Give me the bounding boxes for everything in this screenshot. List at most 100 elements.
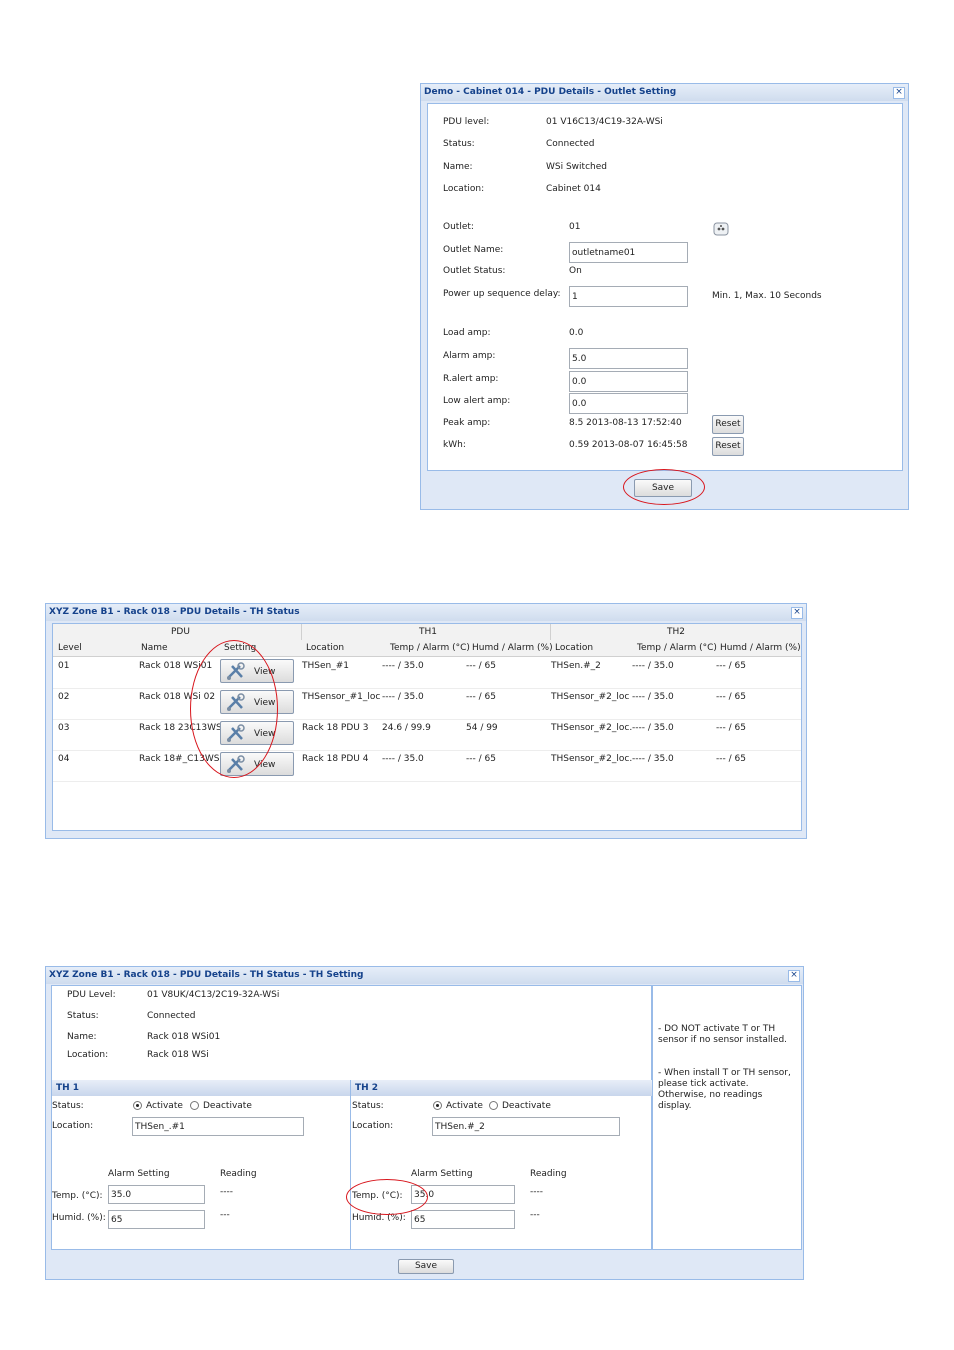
col-location[interactable]: Location bbox=[306, 643, 344, 653]
alarm-amp-input[interactable] bbox=[569, 348, 688, 369]
th2-humid-label: Humid. (%): bbox=[352, 1213, 406, 1223]
group-pdu: PDU bbox=[171, 627, 190, 637]
th2-temp-reading: ---- bbox=[530, 1187, 543, 1197]
view-button[interactable]: View bbox=[220, 721, 294, 745]
table-row[interactable]: 03 Rack 18 23C13WSi View Rack 18 PDU 3 2… bbox=[53, 719, 801, 751]
th2-humid-reading: --- bbox=[530, 1210, 540, 1220]
outlet-setting-window: Demo - Cabinet 014 - PDU Details - Outle… bbox=[420, 83, 909, 510]
col-setting[interactable]: Setting bbox=[224, 643, 256, 653]
th1-temp-reading: ---- bbox=[220, 1187, 233, 1197]
divider bbox=[550, 624, 551, 640]
th1-deactivate-radio[interactable] bbox=[190, 1101, 199, 1110]
th1-activate-radio[interactable] bbox=[133, 1101, 142, 1110]
th2-alarm-setting-label: Alarm Setting bbox=[411, 1169, 473, 1179]
status-value: Connected bbox=[147, 1011, 196, 1021]
name-label: Name: bbox=[443, 162, 473, 172]
kwh-value: 0.59 2013-08-07 16:45:58 bbox=[569, 440, 688, 450]
col-humd-alarm-2[interactable]: Humd / Alarm (%) bbox=[720, 643, 801, 653]
th1-humid-reading: --- bbox=[220, 1210, 230, 1220]
save-button[interactable]: Save bbox=[634, 479, 692, 497]
th1-header: TH 1 bbox=[52, 1080, 350, 1096]
cell-temp-2: ---- / 35.0 bbox=[632, 692, 674, 702]
tools-icon bbox=[227, 755, 245, 773]
load-amp-label: Load amp: bbox=[443, 328, 491, 338]
th1-deactivate-label[interactable]: Deactivate bbox=[203, 1101, 252, 1111]
save-button[interactable]: Save bbox=[398, 1259, 454, 1274]
outlet-name-input[interactable] bbox=[569, 242, 688, 263]
th1-location-label: Location: bbox=[52, 1121, 94, 1131]
col-humd-alarm[interactable]: Humd / Alarm (%) bbox=[472, 643, 553, 653]
group-header-row: PDU TH1 TH2 bbox=[53, 624, 801, 641]
cell-location-2: THSensor_#2_loc bbox=[551, 692, 630, 702]
view-label: View bbox=[254, 698, 276, 708]
col-level[interactable]: Level bbox=[58, 643, 82, 653]
power-delay-input[interactable] bbox=[569, 286, 688, 307]
outlet-name-label: Outlet Name: bbox=[443, 245, 504, 255]
cell-location: Rack 18 PDU 4 bbox=[302, 754, 369, 764]
table-row[interactable]: 01 Rack 018 WSi01 View THSen_#1 ---- / 3… bbox=[53, 657, 801, 689]
name-label: Name: bbox=[67, 1032, 97, 1042]
th2-activate-label[interactable]: Activate bbox=[446, 1101, 483, 1111]
tools-icon bbox=[227, 724, 245, 742]
notes-panel: - DO NOT activate T or TH sensor if no s… bbox=[652, 985, 802, 1250]
ralert-amp-input[interactable] bbox=[569, 371, 688, 392]
tools-icon bbox=[227, 693, 245, 711]
th1-humid-input[interactable] bbox=[108, 1210, 205, 1229]
status-value: Connected bbox=[546, 139, 595, 149]
window-title: Demo - Cabinet 014 - PDU Details - Outle… bbox=[421, 84, 908, 101]
cell-humd: --- / 65 bbox=[466, 692, 496, 702]
table-row[interactable]: 02 Rack 018 WSi 02 View THSensor_#1_loc … bbox=[53, 688, 801, 720]
low-alert-amp-input[interactable] bbox=[569, 393, 688, 414]
th1-temp-label: Temp. (°C): bbox=[52, 1191, 103, 1201]
col-temp-alarm[interactable]: Temp / Alarm (°C) bbox=[390, 643, 470, 653]
close-icon[interactable]: × bbox=[791, 607, 803, 619]
name-value: WSi Switched bbox=[546, 162, 607, 172]
power-delay-label: Power up sequence delay: bbox=[443, 289, 561, 299]
view-label: View bbox=[254, 729, 276, 739]
cell-level: 04 bbox=[58, 754, 70, 764]
th2-activate-radio[interactable] bbox=[433, 1101, 442, 1110]
cell-location-2: THSen.#_2 bbox=[551, 661, 601, 671]
outlet-status-label: Outlet Status: bbox=[443, 266, 506, 276]
col-temp-alarm-2[interactable]: Temp / Alarm (°C) bbox=[637, 643, 717, 653]
th1-reading-label: Reading bbox=[220, 1169, 257, 1179]
th2-deactivate-label[interactable]: Deactivate bbox=[502, 1101, 551, 1111]
th1-activate-label[interactable]: Activate bbox=[146, 1101, 183, 1111]
close-icon[interactable]: × bbox=[788, 970, 800, 982]
reset-kwh-button[interactable]: Reset bbox=[712, 437, 744, 456]
th2-temp-input[interactable] bbox=[411, 1185, 515, 1204]
th1-location-input[interactable] bbox=[132, 1117, 304, 1136]
th2-reading-label: Reading bbox=[530, 1169, 567, 1179]
view-button[interactable]: View bbox=[220, 659, 294, 683]
th2-deactivate-radio[interactable] bbox=[489, 1101, 498, 1110]
th1-temp-input[interactable] bbox=[108, 1185, 205, 1204]
col-name[interactable]: Name bbox=[141, 643, 168, 653]
th1-status-label: Status: bbox=[52, 1101, 84, 1111]
cell-temp-2: ---- / 35.0 bbox=[632, 723, 674, 733]
power-socket-icon[interactable] bbox=[713, 222, 729, 236]
cell-temp: ---- / 35.0 bbox=[382, 754, 424, 764]
alarm-amp-label: Alarm amp: bbox=[443, 351, 496, 361]
power-delay-hint: Min. 1, Max. 10 Seconds bbox=[712, 291, 822, 301]
group-th1: TH1 bbox=[419, 627, 437, 637]
cell-humd: --- / 65 bbox=[466, 754, 496, 764]
pdu-level-value: 01 V8UK/4C13/2C19-32A-WSi bbox=[147, 990, 280, 1000]
col-location-2[interactable]: Location bbox=[555, 643, 593, 653]
th2-status-label: Status: bbox=[352, 1101, 384, 1111]
column-header-row: Level Name Setting Location Temp / Alarm… bbox=[53, 640, 801, 657]
cell-location-2: THSensor_#2_loc. bbox=[551, 754, 633, 764]
location-label: Location: bbox=[67, 1050, 109, 1060]
cell-humd-2: --- / 65 bbox=[716, 754, 746, 764]
th2-location-label: Location: bbox=[352, 1121, 394, 1131]
location-label: Location: bbox=[443, 184, 485, 194]
view-button[interactable]: View bbox=[220, 752, 294, 776]
view-button[interactable]: View bbox=[220, 690, 294, 714]
cell-temp-2: ---- / 35.0 bbox=[632, 754, 674, 764]
th2-location-input[interactable] bbox=[432, 1117, 620, 1136]
cell-name: Rack 018 WSi 02 bbox=[139, 692, 216, 702]
reset-peak-button[interactable]: Reset bbox=[712, 415, 744, 434]
table-row[interactable]: 04 Rack 18#_C13WSi View Rack 18 PDU 4 --… bbox=[53, 750, 801, 782]
close-icon[interactable]: × bbox=[893, 87, 905, 99]
outlet-status-value: On bbox=[569, 266, 582, 276]
th2-humid-input[interactable] bbox=[411, 1210, 515, 1229]
